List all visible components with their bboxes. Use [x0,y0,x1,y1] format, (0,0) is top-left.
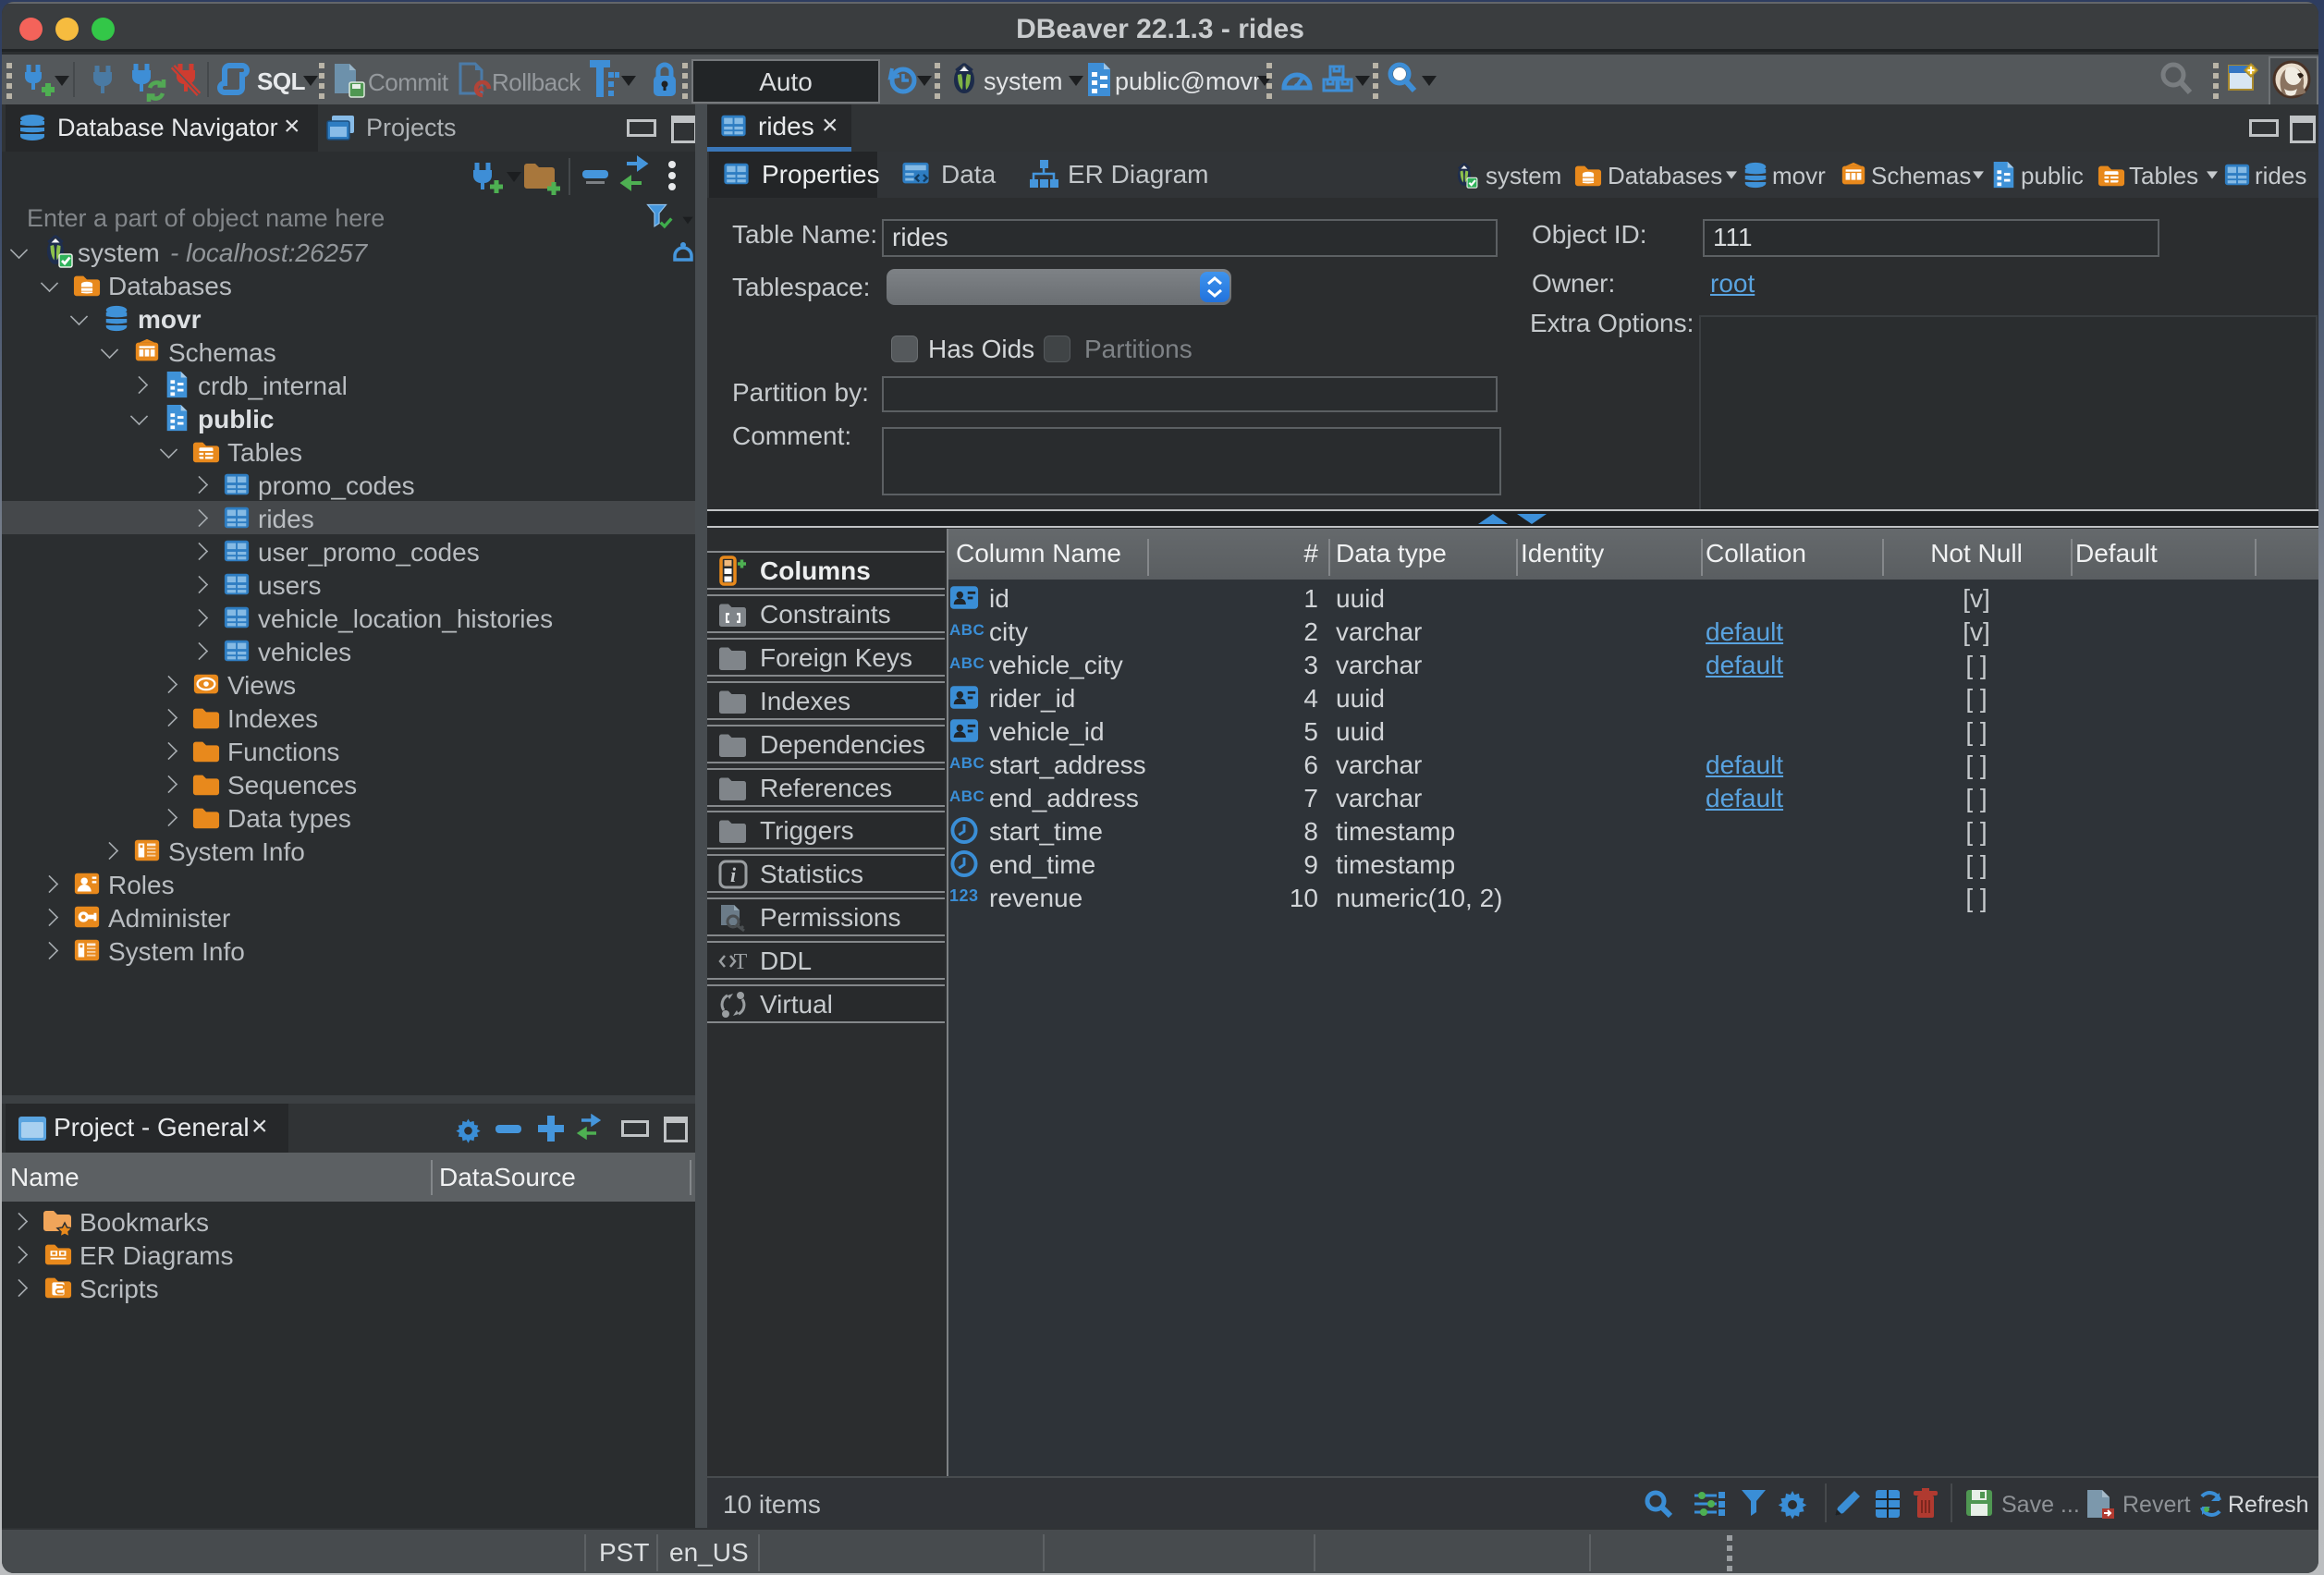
svg-text:i: i [730,863,737,886]
svg-text:T: T [734,950,748,974]
